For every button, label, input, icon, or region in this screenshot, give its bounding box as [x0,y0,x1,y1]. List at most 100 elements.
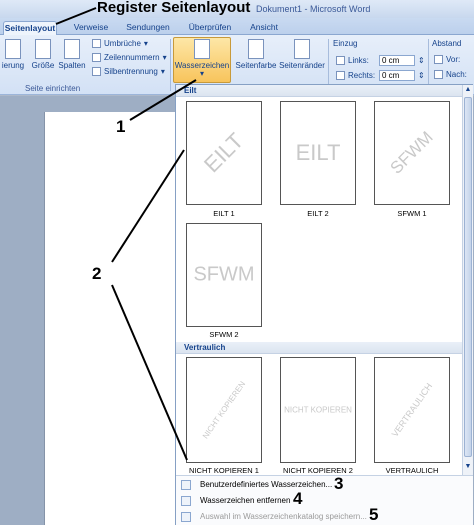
callout-number-5: 5 [369,505,379,524]
line-numbers-label: Zeilennummern [104,53,160,62]
indent-left-label: Links: [348,56,369,65]
spacing-before-row: Vor: [434,55,460,64]
spacing-title: Abstand [432,39,462,48]
line-numbers-icon [92,53,101,62]
callout-number-3: 3 [334,474,344,493]
watermark-preview-text: SFWM [386,127,437,178]
watermark-preview-text: EILT [198,127,249,178]
tab-verweise[interactable]: Verweise [68,21,114,35]
gallery-scrollbar[interactable]: ▲ ▼ [462,85,473,475]
spacing-after-label: Nach: [446,70,467,79]
indent-left-input[interactable]: 0 cm [379,55,415,66]
scroll-up-icon[interactable]: ▲ [464,86,472,94]
indent-right-label: Rechts: [348,71,376,80]
category-header-eilt: Eilt [176,85,462,97]
document-page[interactable] [44,112,184,525]
page-borders-icon [294,39,310,59]
group-separator [170,39,171,91]
callout-number-4: 4 [293,489,303,508]
line-numbers-button[interactable]: Zeilennummern ▾ [92,53,167,62]
indent-left-row: Links: 0 cm ⇕ [336,55,425,66]
menu-item-label: Benutzerdefiniertes Wasserzeichen... [200,480,333,489]
scroll-down-icon[interactable]: ▼ [464,463,472,471]
category-header-vertraulich: Vertraulich [176,342,462,354]
gallery-item-vertraulich[interactable]: VERTRAULICH [374,357,450,463]
orientation-icon [5,39,21,59]
gallery-caption: EILT 2 [307,209,329,218]
chevron-down-icon: ▾ [160,67,165,76]
page-borders-button[interactable]: Seitenränder [278,39,326,70]
watermark-preview-text: NICHT KOPIEREN [200,379,248,441]
hyphenation-label: Silbentrennung [104,67,158,76]
scrollbar-thumb[interactable] [464,97,472,457]
group-label-page-setup: Seite einrichten [25,84,81,93]
indent-right-row: Rechts: 0 cm ⇕ [336,70,425,81]
ribbon-tab-bar: Seitenlayout Verweise Sendungen Überprüf… [0,18,474,35]
chevron-down-icon: ▾ [143,39,148,48]
size-label: Größe [31,61,55,70]
watermark-preview-text: SFWM [193,263,255,286]
remove-icon [181,496,191,506]
tab-sendungen[interactable]: Sendungen [122,21,174,35]
size-button[interactable]: Größe [30,39,56,70]
page-color-icon [248,39,264,59]
columns-button[interactable]: Spalten [57,39,87,70]
gallery-item-sfwm-2[interactable]: SFWM [186,223,262,327]
spacing-after-icon [434,70,443,79]
columns-icon [64,39,80,59]
gallery-caption: SFWM 1 [397,209,427,218]
watermark-preview-text: EILT [295,140,341,165]
watermark-button[interactable]: Wasserzeichen ▾ [173,39,231,78]
columns-label: Spalten [58,61,86,70]
menu-item-label: Wasserzeichen entfernen [200,496,291,505]
spacing-after-row: Nach: [434,70,467,79]
window-title: Dokument1 - Microsoft Word [256,4,371,14]
menu-item-custom-watermark[interactable]: Benutzerdefiniertes Wasserzeichen... [176,477,473,493]
spacing-before-icon [434,55,443,64]
breaks-icon [92,39,101,48]
callout-number-1: 1 [116,117,126,136]
orientation-label: ierung [1,61,25,70]
tab-seitenlayout[interactable]: Seitenlayout [3,21,57,35]
gallery-item-eilt-1[interactable]: EILT [186,101,262,205]
gallery-item-nicht-kopieren-2[interactable]: NICHT KOPIEREN [280,357,356,463]
callout-number-2: 2 [92,264,102,283]
gallery-caption: NICHT KOPIEREN 1 [189,466,259,475]
orientation-button[interactable]: ierung [0,39,28,70]
hyphenation-icon [92,67,101,76]
document-icon [181,480,191,490]
gallery-item-nicht-kopieren-1[interactable]: NICHT KOPIEREN [186,357,262,463]
chevron-down-icon: ▾ [162,53,167,62]
gallery-item-eilt-2[interactable]: EILT [280,101,356,205]
page-borders-label: Seitenränder [279,61,325,70]
indent-right-input[interactable]: 0 cm [379,70,415,81]
gallery-caption: VERTRAULICH [385,466,439,475]
indent-title: Einzug [333,39,358,48]
gallery-item-sfwm-1[interactable]: SFWM [374,101,450,205]
gallery-caption: NICHT KOPIEREN 2 [283,466,353,475]
callout-heading: Register Seitenlayout [97,0,251,16]
tab-ueberpruefen[interactable]: Überprüfen [184,21,236,35]
watermark-preview-text: NICHT KOPIEREN [284,405,352,415]
page-color-button[interactable]: Seitenfarbe [233,39,279,70]
breaks-button[interactable]: Umbrüche ▾ [92,39,148,48]
menu-item-save-to-gallery: Auswahl im Wasserzeichenkatalog speicher… [176,509,473,525]
chevron-down-icon: ▾ [199,69,204,78]
watermark-gallery: Eilt EILT EILT 1 EILT EILT 2 SFWM SFWM 1… [175,84,473,525]
tab-ansicht[interactable]: Ansicht [244,21,284,35]
spinner-icon[interactable]: ⇕ [418,71,425,80]
watermark-preview-text: VERTRAULICH [389,381,435,439]
save-icon [181,512,191,522]
spacing-before-label: Vor: [446,55,461,64]
menu-item-label: Auswahl im Wasserzeichenkatalog speicher… [200,512,367,521]
breaks-label: Umbrüche [104,39,141,48]
spinner-icon[interactable]: ⇕ [418,56,425,65]
gallery-caption: SFWM 2 [209,330,239,339]
menu-item-remove-watermark[interactable]: Wasserzeichen entfernen [176,493,473,509]
size-icon [35,39,51,59]
gallery-menu: Benutzerdefiniertes Wasserzeichen... Was… [176,475,473,525]
gallery-caption: EILT 1 [213,209,235,218]
watermark-icon [194,39,210,59]
hyphenation-button[interactable]: Silbentrennung ▾ [92,67,165,76]
indent-right-icon [336,71,345,80]
